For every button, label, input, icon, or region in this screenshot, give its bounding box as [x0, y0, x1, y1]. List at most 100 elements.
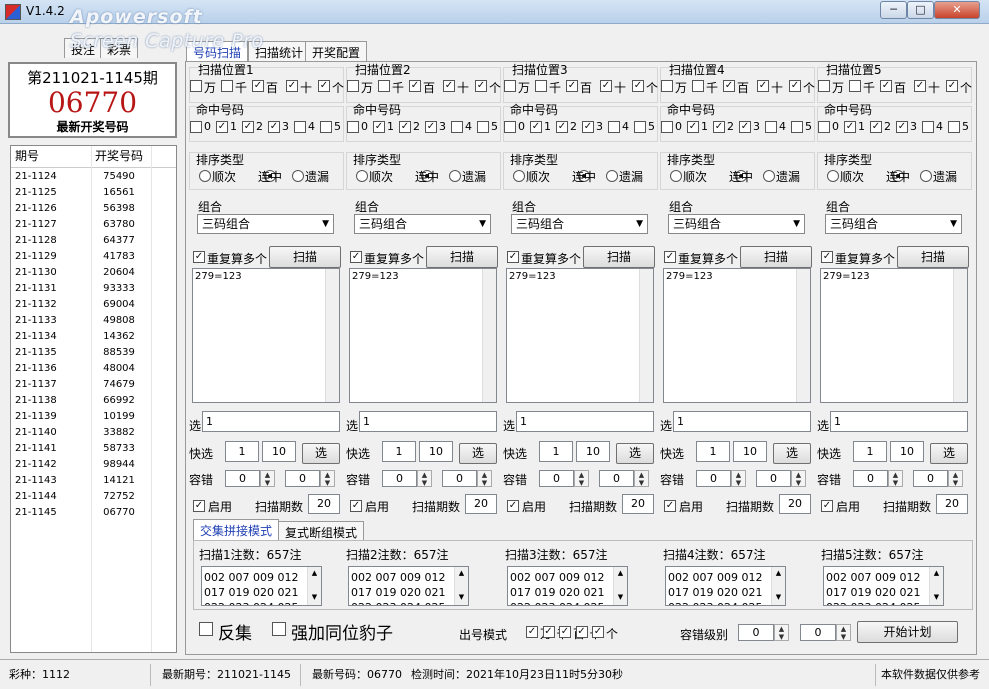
scan-button[interactable]: 扫描 — [897, 246, 969, 268]
spin-arrows-icon[interactable]: ▲ ▼ — [836, 624, 851, 641]
table-row[interactable]: 21-1131 93333 — [11, 281, 176, 297]
scan-button[interactable]: 扫描 — [426, 246, 498, 268]
enable-checkbox[interactable] — [507, 500, 519, 512]
hit-digit-checkbox[interactable] — [818, 121, 830, 133]
chevron-down-icon[interactable]: ▼ — [322, 215, 329, 233]
quick-select-button[interactable]: 选 — [302, 443, 340, 464]
spin-arrows-icon[interactable]: ▲ ▼ — [417, 470, 432, 487]
hit-digit-checkbox[interactable] — [320, 121, 332, 133]
repeat-checkbox[interactable] — [350, 251, 362, 263]
scrollbar[interactable] — [953, 269, 967, 402]
enable-checkbox[interactable] — [821, 500, 833, 512]
scan-periods-input[interactable]: 20 — [779, 494, 811, 514]
table-row[interactable]: 21-1139 10199 — [11, 409, 176, 425]
select-input[interactable]: 1 — [516, 411, 654, 432]
repeat-checkbox[interactable] — [664, 251, 676, 263]
history-header-number[interactable]: 开奖号码 — [91, 146, 151, 167]
position-digit-checkbox[interactable] — [789, 80, 801, 92]
quick-select-to[interactable]: 10 — [576, 441, 610, 462]
hit-digit-checkbox[interactable] — [347, 121, 359, 133]
tolerance-spin[interactable]: 0 ▲ ▼ — [442, 470, 492, 487]
minimize-button[interactable]: ─ — [880, 1, 907, 19]
enable-checkbox[interactable] — [193, 500, 205, 512]
hit-digit-checkbox[interactable] — [399, 121, 411, 133]
position-digit-checkbox[interactable] — [946, 80, 958, 92]
hit-digit-checkbox[interactable] — [242, 121, 254, 133]
position-digit-checkbox[interactable] — [443, 80, 455, 92]
spin-arrows-icon[interactable]: ▲ ▼ — [477, 470, 492, 487]
table-row[interactable]: 21-1137 74679 — [11, 377, 176, 393]
hit-digit-checkbox[interactable] — [477, 121, 489, 133]
hit-digit-checkbox[interactable] — [530, 121, 542, 133]
sort-option-radio[interactable] — [606, 170, 618, 182]
scrollbar[interactable] — [639, 269, 653, 402]
hit-digit-checkbox[interactable] — [216, 121, 228, 133]
scrollbar[interactable]: ▲ ▼ — [307, 567, 321, 605]
hit-digit-checkbox[interactable] — [661, 121, 673, 133]
tab-compound-mode[interactable]: 复式断组模式 — [278, 521, 365, 541]
scrollbar[interactable]: ▲ ▼ — [613, 567, 627, 605]
quick-select-from[interactable]: 1 — [539, 441, 573, 462]
quick-select-to[interactable]: 10 — [419, 441, 453, 462]
sort-option-radio[interactable] — [356, 170, 368, 182]
select-input[interactable]: 1 — [202, 411, 340, 432]
output-mode-checkbox[interactable] — [559, 626, 571, 638]
position-digit-checkbox[interactable] — [286, 80, 298, 92]
table-row[interactable]: 21-1124 75490 — [11, 169, 176, 185]
position-digit-checkbox[interactable] — [378, 80, 390, 92]
sort-option-radio[interactable] — [827, 170, 839, 182]
scan-textarea[interactable]: 279=123 — [663, 268, 811, 403]
combo-select[interactable]: 三码组合 ▼ — [825, 214, 962, 234]
tolerance-level-a[interactable]: 0 ▲ ▼ — [738, 624, 789, 641]
start-plan-button[interactable]: 开始计划 — [857, 621, 958, 643]
hit-digit-checkbox[interactable] — [190, 121, 202, 133]
scrollbar[interactable]: ▲ ▼ — [771, 567, 785, 605]
quick-select-from[interactable]: 1 — [853, 441, 887, 462]
table-row[interactable]: 21-1140 33882 — [11, 425, 176, 441]
repeat-checkbox[interactable] — [507, 251, 519, 263]
quick-select-button[interactable]: 选 — [773, 443, 811, 464]
hit-digit-checkbox[interactable] — [896, 121, 908, 133]
combo-select[interactable]: 三码组合 ▼ — [354, 214, 491, 234]
chevron-down-icon[interactable]: ▼ — [479, 215, 486, 233]
hit-digit-checkbox[interactable] — [504, 121, 516, 133]
position-digit-checkbox[interactable] — [818, 80, 830, 92]
select-input[interactable]: 1 — [359, 411, 497, 432]
sort-option-radio[interactable] — [199, 170, 211, 182]
repeat-checkbox[interactable] — [821, 251, 833, 263]
table-row[interactable]: 21-1130 20604 — [11, 265, 176, 281]
force-leopard-checkbox[interactable] — [272, 622, 286, 636]
table-row[interactable]: 21-1141 58733 — [11, 441, 176, 457]
tolerance-spin[interactable]: 0 ▲ ▼ — [225, 470, 275, 487]
table-row[interactable]: 21-1143 14121 — [11, 473, 176, 489]
position-digit-checkbox[interactable] — [757, 80, 769, 92]
combo-select[interactable]: 三码组合 ▼ — [668, 214, 805, 234]
tolerance-spin[interactable]: 0 ▲ ▼ — [539, 470, 589, 487]
scan-textarea[interactable]: 279=123 — [349, 268, 497, 403]
hit-digit-checkbox[interactable] — [634, 121, 646, 133]
sort-option-radio[interactable] — [449, 170, 461, 182]
position-digit-checkbox[interactable] — [600, 80, 612, 92]
combo-select[interactable]: 三码组合 ▼ — [197, 214, 334, 234]
quick-select-button[interactable]: 选 — [930, 443, 968, 464]
table-row[interactable]: 21-1128 64377 — [11, 233, 176, 249]
sort-option-radio[interactable] — [292, 170, 304, 182]
position-digit-checkbox[interactable] — [661, 80, 673, 92]
position-digit-checkbox[interactable] — [535, 80, 547, 92]
sort-option-radio[interactable] — [670, 170, 682, 182]
scan-button[interactable]: 扫描 — [583, 246, 655, 268]
table-row[interactable]: 21-1142 98944 — [11, 457, 176, 473]
scan-textarea[interactable]: 279=123 — [506, 268, 654, 403]
scan-textarea[interactable]: 279=123 — [192, 268, 340, 403]
scan-button[interactable]: 扫描 — [269, 246, 341, 268]
tolerance-level-b[interactable]: 0 ▲ ▼ — [800, 624, 851, 641]
hit-digit-checkbox[interactable] — [948, 121, 960, 133]
position-digit-checkbox[interactable] — [632, 80, 644, 92]
chevron-down-icon[interactable]: ▼ — [793, 215, 800, 233]
enable-checkbox[interactable] — [664, 500, 676, 512]
scan-textarea[interactable]: 279=123 — [820, 268, 968, 403]
spin-arrows-icon[interactable]: ▲ ▼ — [320, 470, 335, 487]
enable-checkbox[interactable] — [350, 500, 362, 512]
chevron-down-icon[interactable]: ▼ — [636, 215, 643, 233]
position-digit-checkbox[interactable] — [347, 80, 359, 92]
